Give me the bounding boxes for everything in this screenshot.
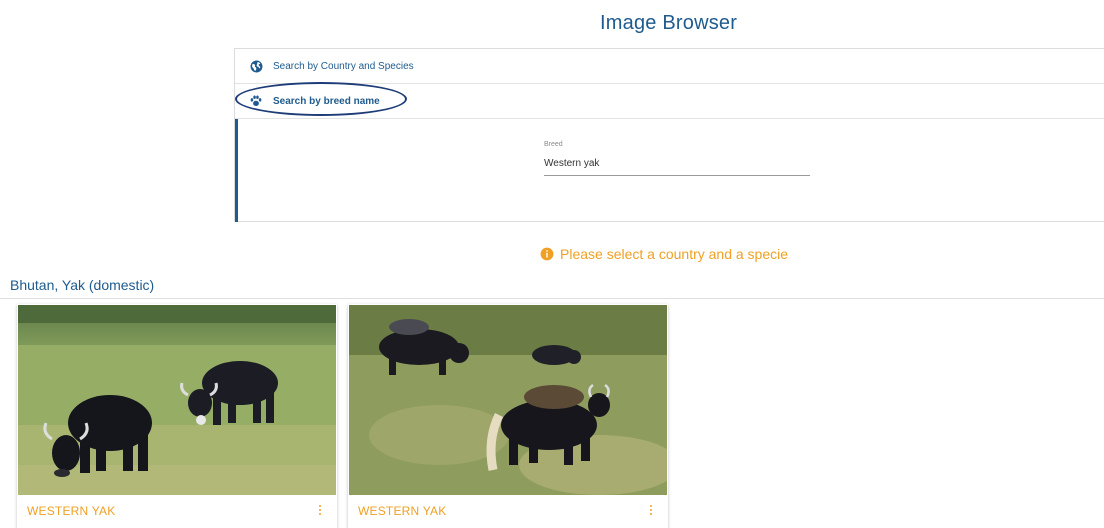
image-card[interactable]: WESTERN YAK xyxy=(348,304,668,528)
info-icon xyxy=(540,247,554,261)
more-vertical-icon[interactable] xyxy=(644,502,658,518)
alert-text: Please select a country and a specie xyxy=(560,246,789,262)
accordion-breed-body: Breed xyxy=(235,119,1104,222)
paw-icon xyxy=(249,94,263,108)
accordion-label: Search by Country and Species xyxy=(273,60,414,72)
accordion-breed-name[interactable]: Search by breed name xyxy=(235,84,1104,119)
section-title: Bhutan, Yak (domestic) xyxy=(10,277,155,293)
accordion-label: Search by breed name xyxy=(273,95,380,107)
accordion-country-species[interactable]: Search by Country and Species xyxy=(235,49,1104,84)
breed-field: Breed xyxy=(544,141,810,176)
alert-message: Please select a country and a specie xyxy=(540,246,788,262)
breed-input[interactable] xyxy=(544,156,810,176)
search-panel: Search by Country and Species Search by … xyxy=(234,48,1104,222)
breed-label: Breed xyxy=(544,141,563,148)
image-card[interactable]: WESTERN YAK xyxy=(17,304,337,528)
card-caption: WESTERN YAK xyxy=(358,504,447,518)
page-title: Image Browser xyxy=(600,12,738,34)
globe-icon xyxy=(249,59,263,73)
section-divider xyxy=(0,298,1104,299)
more-vertical-icon[interactable] xyxy=(313,502,327,518)
yak-photo[interactable] xyxy=(349,305,667,495)
card-caption: WESTERN YAK xyxy=(27,504,116,518)
yak-photo[interactable] xyxy=(18,305,336,495)
